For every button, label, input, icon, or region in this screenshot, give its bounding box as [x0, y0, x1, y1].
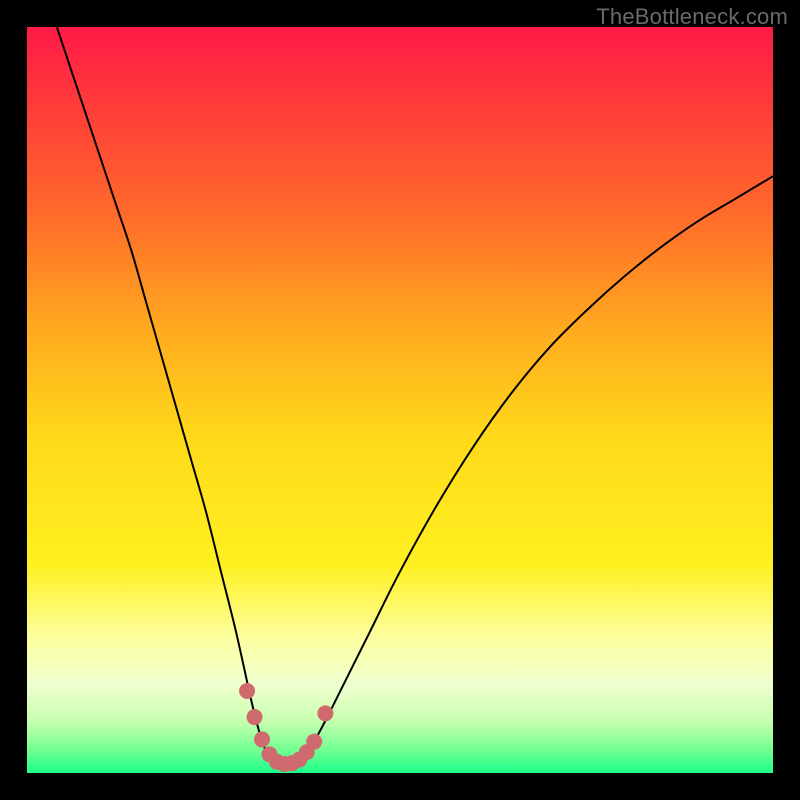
curve-layer	[27, 27, 773, 773]
valley-marker	[306, 734, 322, 750]
valley-markers-group	[239, 683, 333, 772]
valley-marker	[317, 705, 333, 721]
plot-area	[27, 27, 773, 773]
bottleneck-curve	[57, 27, 773, 766]
valley-marker	[254, 731, 270, 747]
watermark-text: TheBottleneck.com	[596, 4, 788, 30]
valley-marker	[247, 709, 263, 725]
valley-marker	[239, 683, 255, 699]
